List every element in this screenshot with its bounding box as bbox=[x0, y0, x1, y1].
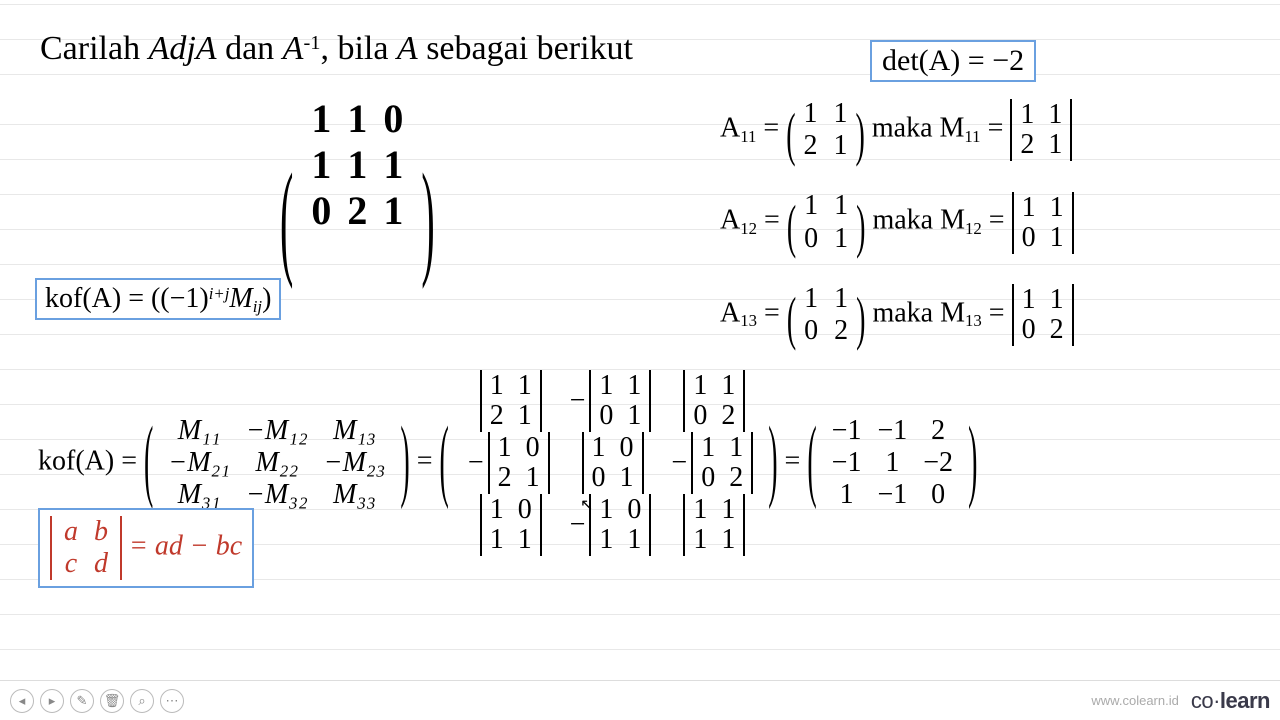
lesson-canvas: Carilah AdjA dan A-1, bila A sebagai ber… bbox=[0, 0, 1280, 680]
lp2: ( bbox=[440, 411, 449, 517]
kofA-label: kof(A) = bbox=[38, 445, 144, 476]
t-ainv: A bbox=[283, 30, 304, 67]
kof-formula-box: kof(A) = ((−1)i+jMij) bbox=[35, 278, 281, 320]
det-box: det(A) = −2 bbox=[870, 40, 1036, 82]
adbc-rhs: = ad − bc bbox=[129, 531, 242, 562]
footer-toolbar: ◂ ▸ ✎ 🗑 ⌕ ⋯ www.colearn.id co·learn bbox=[0, 680, 1280, 720]
result-matrix: −1−12−11−21−10 bbox=[824, 415, 961, 512]
next-icon[interactable]: ▸ bbox=[40, 689, 64, 713]
lp: ( bbox=[144, 411, 153, 517]
kf1: kof(A) = ((−1) bbox=[45, 283, 209, 314]
kf3: M bbox=[229, 283, 252, 314]
cursor-icon: ↖ bbox=[580, 495, 593, 515]
lparen: ( bbox=[280, 143, 293, 293]
kf4: ij bbox=[253, 297, 262, 316]
t2: dan bbox=[217, 30, 283, 67]
brand-logo: co·learn bbox=[1191, 688, 1270, 714]
t4: sebagai berikut bbox=[418, 30, 633, 67]
adbc-formula-box: abcd = ad − bc bbox=[38, 508, 254, 588]
det-grid: 1121−11011102−10211001−11021011−10111111 bbox=[456, 370, 761, 556]
t-ainv-sup: -1 bbox=[303, 32, 320, 54]
kf5: ) bbox=[262, 283, 271, 314]
t-a: A bbox=[397, 30, 418, 67]
more-icon[interactable]: ⋯ bbox=[160, 689, 184, 713]
t-adj: AdjA bbox=[149, 30, 217, 67]
page-title: Carilah AdjA dan A-1, bila A sebagai ber… bbox=[40, 30, 1240, 68]
t1: Carilah bbox=[40, 30, 149, 67]
trash-icon[interactable]: 🗑 bbox=[100, 689, 124, 713]
prev-icon[interactable]: ◂ bbox=[10, 689, 34, 713]
lp3: ( bbox=[807, 411, 816, 517]
eq2: = bbox=[785, 445, 808, 476]
rp3: ) bbox=[968, 411, 977, 517]
minors-list: A11 = (1121) maka M11 = 1121A12 = (1101)… bbox=[720, 98, 1074, 375]
det-label: det(A) = −2 bbox=[882, 44, 1024, 77]
t3: , bila bbox=[320, 30, 396, 67]
zoom-icon[interactable]: ⌕ bbox=[130, 689, 154, 713]
matrix-A: ( 110 111 021 ) bbox=[280, 96, 435, 234]
kf2: i+j bbox=[209, 284, 230, 303]
footer-url: www.colearn.id bbox=[1091, 693, 1178, 708]
rp2: ) bbox=[768, 411, 777, 517]
pen-icon[interactable]: ✎ bbox=[70, 689, 94, 713]
rparen: ) bbox=[421, 143, 434, 293]
rp: ) bbox=[400, 411, 409, 517]
eq1: = bbox=[417, 445, 440, 476]
kof-minor-matrix: M₁₁−M₁₂M₁₃−M₂₁M₂₂−M₂₃M₃₁−M₃₂M₃₃ bbox=[160, 415, 393, 512]
